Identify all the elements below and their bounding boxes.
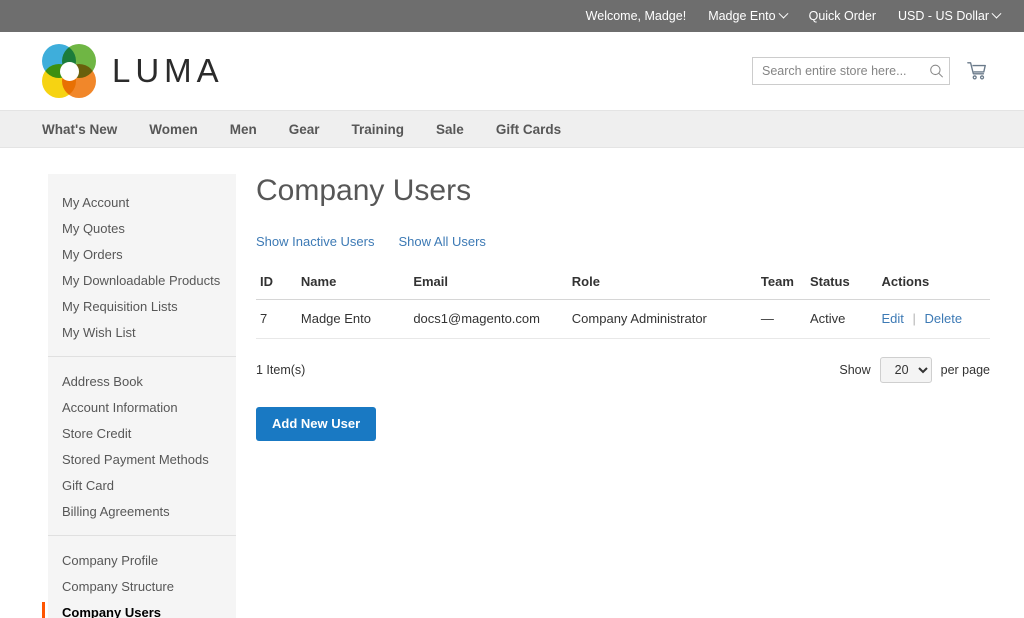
cell-actions: Edit | Delete [877,299,990,339]
sidebar-group-account: My Account My Quotes My Orders My Downlo… [48,190,236,346]
show-inactive-users-link[interactable]: Show Inactive Users [256,234,375,249]
sidebar-item-my-account[interactable]: My Account [48,190,236,216]
page-body: My Account My Quotes My Orders My Downlo… [0,148,1024,618]
header-actions [752,57,990,85]
currency-switcher-toggle[interactable]: USD - US Dollar [898,0,1002,32]
table-header-row: ID Name Email Role Team Status Actions [256,271,990,300]
action-separator: | [912,311,916,326]
quick-order-link[interactable]: Quick Order [809,0,876,32]
logo-text: LUMA [112,52,224,89]
sidebar-group-company: Company Profile Company Structure Compan… [42,535,236,618]
item-count: 1 Item(s) [256,363,306,377]
table-head: ID Name Email Role Team Status Actions [256,271,990,300]
top-bar-items: Welcome, Madge! Madge Ento Quick Order U… [585,0,1002,32]
account-menu-toggle[interactable]: Madge Ento [708,0,789,32]
sidebar-group-settings: Address Book Account Information Store C… [48,356,236,525]
cart-icon[interactable] [964,60,990,82]
sidebar-item-company-structure[interactable]: Company Structure [48,574,236,600]
nav-item-women[interactable]: Women [149,122,198,137]
main-content: Company Users Show Inactive Users Show A… [236,174,1024,618]
cell-email: docs1@magento.com [409,299,568,339]
top-bar: Welcome, Madge! Madge Ento Quick Order U… [0,0,1024,32]
sidebar-item-billing-agreements[interactable]: Billing Agreements [48,499,236,525]
sidebar-item-gift-card[interactable]: Gift Card [48,473,236,499]
main-navigation: What's New Women Men Gear Training Sale … [0,110,1024,148]
company-users-table: ID Name Email Role Team Status Actions 7… [256,271,990,339]
sidebar-item-address-book[interactable]: Address Book [48,369,236,395]
sidebar-item-my-quotes[interactable]: My Quotes [48,216,236,242]
table-row: 7 Madge Ento docs1@magento.com Company A… [256,299,990,339]
sidebar-item-my-orders[interactable]: My Orders [48,242,236,268]
account-menu-label: Madge Ento [708,9,776,23]
per-page-select[interactable]: 102030 [879,357,932,383]
cell-team: — [756,299,806,339]
page-title: Company Users [256,174,472,207]
column-header-id: ID [256,271,297,300]
add-new-user-button[interactable]: Add New User [256,407,377,441]
cell-status: Active [805,299,878,339]
column-header-team: Team [756,271,806,300]
sidebar-item-my-wish-list[interactable]: My Wish List [48,320,236,346]
cell-name: Madge Ento [296,299,410,339]
luma-logo-icon [42,44,96,98]
edit-user-link[interactable]: Edit [882,311,904,326]
show-all-users-link[interactable]: Show All Users [399,234,486,249]
welcome-greeting: Welcome, Madge! [585,9,687,23]
nav-item-training[interactable]: Training [352,122,405,137]
site-header: LUMA [0,32,1024,110]
column-header-email: Email [409,271,568,300]
column-header-status: Status [805,271,878,300]
cell-role: Company Administrator [567,299,757,339]
user-filter-links: Show Inactive Users Show All Users [256,234,990,249]
per-page-limiter: Show 102030 per page [839,357,990,383]
column-header-role: Role [567,271,757,300]
sidebar-item-my-downloadable-products[interactable]: My Downloadable Products [48,268,236,294]
sidebar-item-company-profile[interactable]: Company Profile [48,548,236,574]
search-box [752,57,950,85]
sidebar-item-store-credit[interactable]: Store Credit [48,421,236,447]
sidebar-item-stored-payment-methods[interactable]: Stored Payment Methods [48,447,236,473]
nav-item-sale[interactable]: Sale [436,122,464,137]
sidebar-item-company-users[interactable]: Company Users [42,600,236,618]
column-header-actions: Actions [877,271,990,300]
per-page-label: per page [940,363,990,377]
account-sidebar: My Account My Quotes My Orders My Downlo… [42,174,236,618]
table-body: 7 Madge Ento docs1@magento.com Company A… [256,299,990,339]
table-footer: 1 Item(s) Show 102030 per page [256,357,990,383]
search-icon[interactable] [929,64,944,79]
delete-user-link[interactable]: Delete [925,311,963,326]
currency-switcher-label: USD - US Dollar [898,9,989,23]
nav-item-men[interactable]: Men [230,122,257,137]
cell-id: 7 [256,299,297,339]
chevron-down-icon [991,8,1002,19]
nav-item-whats-new[interactable]: What's New [42,122,117,137]
nav-item-gift-cards[interactable]: Gift Cards [496,122,561,137]
sidebar-item-account-information[interactable]: Account Information [48,395,236,421]
chevron-down-icon [778,8,789,19]
show-label: Show [839,363,871,377]
logo-link[interactable]: LUMA [42,44,224,98]
search-input[interactable] [752,57,950,85]
column-header-name: Name [296,271,410,300]
nav-item-gear[interactable]: Gear [289,122,320,137]
sidebar-item-my-requisition-lists[interactable]: My Requisition Lists [48,294,236,320]
